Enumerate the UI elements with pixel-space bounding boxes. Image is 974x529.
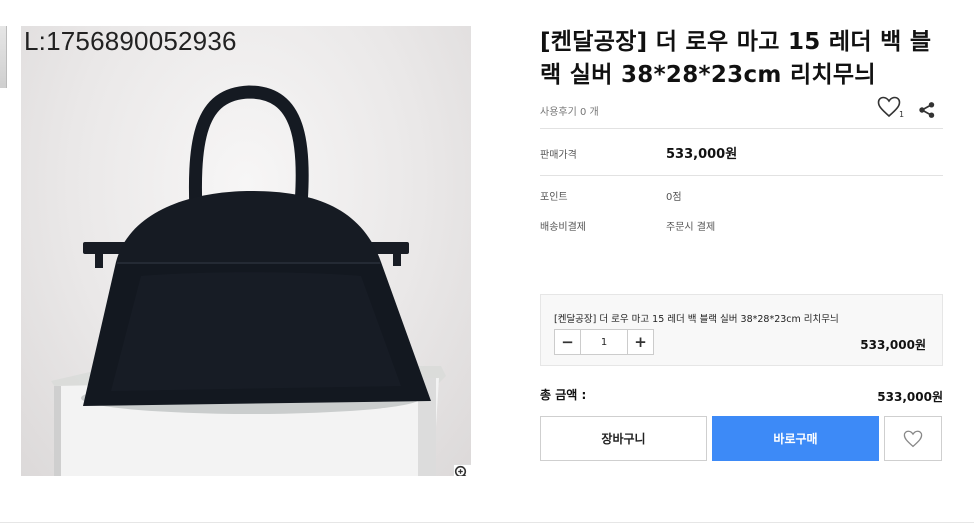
selected-option-box: [켄달공장] 더 로우 마고 15 레더 백 블랙 실버 38*28*23cm … <box>540 294 943 366</box>
bag-illustration <box>51 85 446 476</box>
total-label: 총 금액 : <box>540 388 587 402</box>
review-row: 사용후기 0 개 1 <box>540 96 943 129</box>
product-info: [켄달공장] 더 로우 마고 15 레더 백 블랙 실버 38*28*23cm … <box>540 26 943 461</box>
price-row: 판매가격 533,000원 <box>540 129 943 176</box>
quantity-plus-button[interactable]: + <box>627 330 653 354</box>
total-value: 533,000원 <box>877 390 943 404</box>
point-label: 포인트 <box>540 192 568 203</box>
share-button[interactable] <box>918 101 936 123</box>
review-count[interactable]: 사용후기 0 개 <box>540 103 599 118</box>
share-icon <box>919 102 935 118</box>
product-page: L:1756890052936 [켄달공장] 더 로우 마고 15 레더 백 블… <box>0 0 974 529</box>
point-value: 0점 <box>666 192 682 203</box>
heart-icon <box>877 96 901 118</box>
thumbnail-sliver[interactable] <box>0 26 7 88</box>
quantity-stepper[interactable]: − 1 + <box>554 329 654 355</box>
wishlist-button[interactable] <box>884 416 942 461</box>
price-value: 533,000원 <box>666 147 738 162</box>
option-price: 533,000원 <box>860 338 926 352</box>
image-code-label: L:1756890052936 <box>24 26 237 56</box>
heart-outline-icon <box>903 430 923 447</box>
zoom-button[interactable] <box>453 464 471 476</box>
shipping-value: 주문시 결제 <box>666 222 716 233</box>
shipping-row: 배송비결제 주문시 결제 <box>540 210 943 248</box>
wish-count: 1 <box>899 110 905 119</box>
quantity-minus-button[interactable]: − <box>555 330 581 354</box>
point-row: 포인트 0점 <box>540 176 943 210</box>
quantity-value[interactable]: 1 <box>581 330 627 354</box>
buy-now-button[interactable]: 바로구매 <box>712 416 879 461</box>
zoom-icon <box>454 465 467 476</box>
shipping-label: 배송비결제 <box>540 222 586 233</box>
option-name: [켄달공장] 더 로우 마고 15 레더 백 블랙 실버 38*28*23cm … <box>554 314 839 325</box>
footer-divider <box>0 522 974 523</box>
price-label: 판매가격 <box>540 150 577 161</box>
product-image[interactable]: L:1756890052936 <box>21 26 471 476</box>
wish-button[interactable] <box>877 96 901 122</box>
add-to-cart-button[interactable]: 장바구니 <box>540 416 707 461</box>
product-title: [켄달공장] 더 로우 마고 15 레더 백 블랙 실버 38*28*23cm … <box>540 29 932 88</box>
